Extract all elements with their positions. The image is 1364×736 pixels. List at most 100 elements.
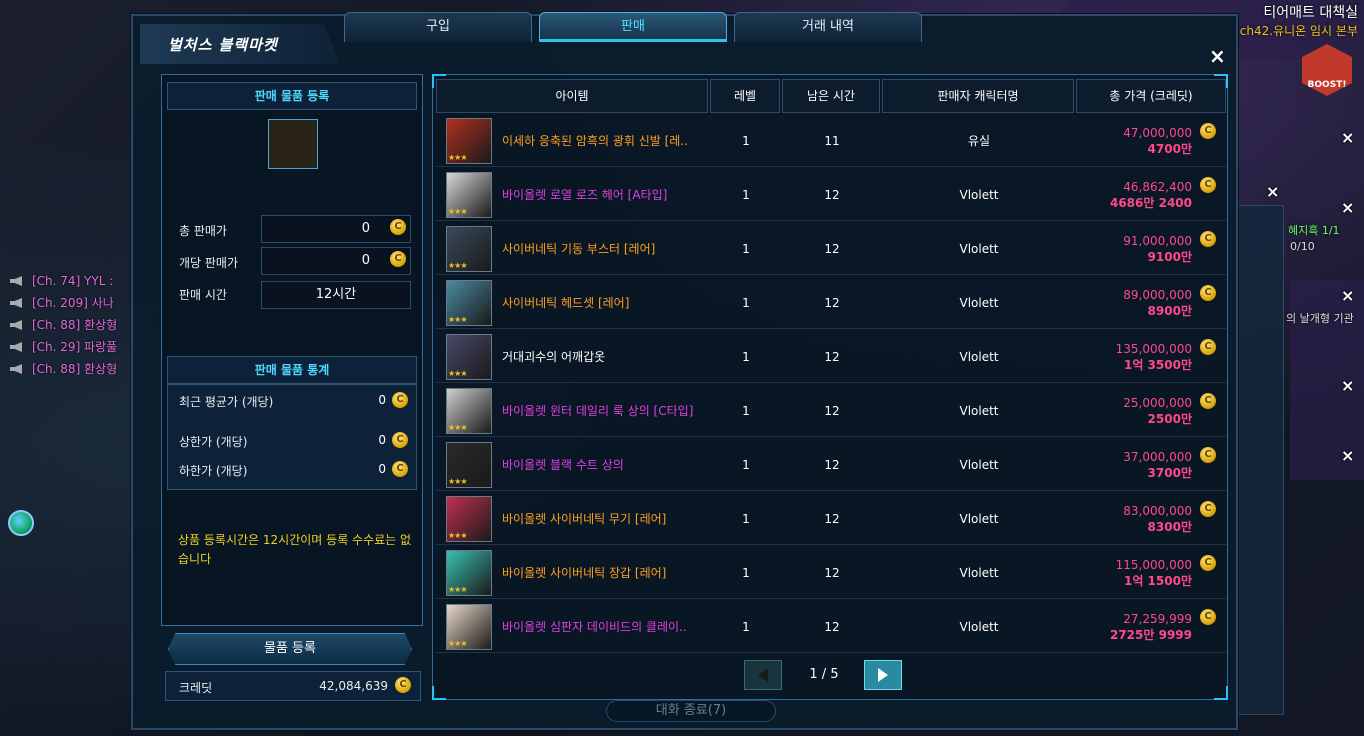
unit-price-input[interactable]: 0 [261,247,411,275]
next-page-button[interactable] [864,660,902,690]
tab-buy[interactable]: 구입 [344,12,532,42]
chat-log: [Ch. 74] YYL : [Ch. 209] 사나 [Ch. 88] 환상형… [10,270,117,380]
close-icon[interactable]: × [1341,446,1354,465]
window-title: 벌처스 블랙마켓 [168,36,278,54]
item-name: 사이버네틱 기동 부스터 [레어] [502,242,656,256]
total-price-input[interactable]: 0 [261,215,411,243]
price-value: 89,000,000 [1123,287,1192,302]
time-cell: 12 [782,169,882,221]
dialog-end-button[interactable]: 대화 종료(7) [606,700,776,722]
credit-coin-icon: C [1200,285,1216,301]
time-cell: 12 [782,331,882,383]
item-icon[interactable]: ★★★ [446,333,492,380]
credit-coin-icon: C [390,219,406,235]
table-row[interactable]: ★★★ 이세하 응축된 암흑의 광휘 신발 [레.. 1 11 유실 47,000,000… [436,115,1226,167]
item-slot[interactable] [268,119,318,169]
table-row[interactable]: ★★★ 바이올렛 윈터 데일리 룩 상의 [C타입] 1 12 Vlolett 25,00… [436,385,1226,437]
register-notice: 상품 등록시간은 12시간이며 등록 수수료는 없습니다 [178,533,412,566]
prev-page-button[interactable] [744,660,782,690]
credit-coin-icon: C [1200,231,1216,247]
item-icon[interactable]: ★★★ [446,387,492,434]
close-icon[interactable]: × [1341,128,1354,147]
credit-coin-icon: C [1200,609,1216,625]
credit-coin-icon: C [1200,555,1216,571]
star-rating-icon: ★★★ [448,638,467,648]
price-korean: 1억 1500만 [1123,573,1192,588]
item-icon[interactable]: ★★★ [446,117,492,164]
level-cell: 1 [710,277,782,329]
tab-history[interactable]: 거래 내역 [734,12,922,42]
table-row[interactable]: ★★★ 사이버네틱 헤드셋 [레어] 1 12 Vlolett 89,000,000 890… [436,277,1226,329]
inventory-panel-background [1238,205,1284,715]
table-row[interactable]: ★★★ 바이올렛 사이버네틱 장갑 [레어] 1 12 Vlolett 115,000,0… [436,547,1226,599]
price-cell: 89,000,000 8900만 C [1076,277,1226,329]
sell-time-select[interactable]: 12시간 [261,281,411,309]
speaker-icon [10,320,22,330]
item-cell: ★★★ 바이올렛 심판자 데이비드의 클레이.. [436,601,710,653]
speaker-icon [10,364,22,374]
price-value: 91,000,000 [1123,233,1192,248]
star-rating-icon: ★★★ [448,152,467,162]
star-rating-icon: ★★★ [448,422,467,432]
chat-line: [Ch. 209] 사나 [10,292,117,314]
close-icon[interactable]: × [1209,44,1226,68]
price-value: 47,000,000 [1123,125,1192,140]
credit-label: 크레딧 [179,681,213,695]
price-korean: 2725만 9999 [1109,627,1192,642]
item-icon[interactable]: ★★★ [446,603,492,650]
column-seller[interactable]: 판매자 캐릭터명 [882,79,1074,113]
column-level[interactable]: 레벨 [710,79,780,113]
chat-line: [Ch. 88] 환상형 [10,314,117,336]
quest-progress: 혜지흑 1/1 [1288,224,1340,237]
price-value: 115,000,000 [1115,557,1192,572]
item-icon[interactable]: ★★★ [446,225,492,272]
chat-text: [Ch. 74] YYL : [32,274,114,288]
item-name: 바이올렛 심판자 데이비드의 클레이.. [502,620,687,634]
table-row[interactable]: ★★★ 바이올렛 로열 로즈 헤어 [A타입] 1 12 Vlolett 46,862,4… [436,169,1226,221]
item-icon[interactable]: ★★★ [446,171,492,218]
seller-cell: Vlolett [882,547,1076,599]
star-rating-icon: ★★★ [448,260,467,270]
table-row[interactable]: ★★★ 바이올렛 심판자 데이비드의 클레이.. 1 12 Vlolett 27,259,… [436,601,1226,653]
time-cell: 12 [782,439,882,491]
item-cell: ★★★ 이세하 응축된 암흑의 광휘 신발 [레.. [436,115,710,167]
globe-icon[interactable] [8,510,34,536]
recent-avg-label: 최근 평균가 (개당) [179,395,274,409]
price-korean: 1억 3500만 [1123,357,1192,372]
column-price[interactable]: 총 가격 (크레딧) [1076,79,1226,113]
table-row[interactable]: ★★★ 바이올렛 사이버네틱 무기 [레어] 1 12 Vlolett 83,000,00… [436,493,1226,545]
close-icon[interactable]: × [1341,376,1354,395]
item-icon[interactable]: ★★★ [446,495,492,542]
close-icon[interactable]: × [1341,286,1354,305]
table-row[interactable]: ★★★ 바이올렛 블랙 수트 상의 1 12 Vlolett 37,000,000 3700… [436,439,1226,491]
register-item-button[interactable]: 물품 등록 [168,633,412,665]
chat-line: [Ch. 88] 환상형 [10,358,117,380]
speaker-icon [10,298,22,308]
upper-price-label: 상한가 (개당) [179,435,248,449]
level-cell: 1 [710,493,782,545]
item-name: 바이올렛 사이버네틱 장갑 [레어] [502,566,667,580]
seller-cell: Vlolett [882,601,1076,653]
credit-coin-icon: C [392,392,408,408]
star-rating-icon: ★★★ [448,584,467,594]
price-cell: 27,259,999 2725만 9999 C [1076,601,1226,653]
table-row[interactable]: ★★★ 사이버네틱 기동 부스터 [레어] 1 12 Vlolett 91,000,000… [436,223,1226,275]
item-name: 바이올렛 사이버네틱 무기 [레어] [502,512,667,526]
table-row[interactable]: ★★★ 거대괴수의 어깨갑옷 1 12 Vlolett 135,000,000 1억 350… [436,331,1226,383]
close-icon[interactable]: × [1266,182,1279,201]
price-korean: 3700만 [1147,465,1192,480]
lower-price-label: 하한가 (개당) [179,464,248,478]
stats-header: 판매 물품 통계 [167,356,417,384]
item-icon[interactable]: ★★★ [446,441,492,488]
item-icon[interactable]: ★★★ [446,279,492,326]
column-time[interactable]: 남은 시간 [782,79,880,113]
item-icon[interactable]: ★★★ [446,549,492,596]
credit-coin-icon: C [390,251,406,267]
close-icon[interactable]: × [1341,198,1354,217]
price-korean: 8300만 [1147,519,1192,534]
credit-coin-icon: C [392,432,408,448]
time-cell: 11 [782,115,882,167]
total-price-label: 총 판매가 [179,224,227,238]
tab-sell[interactable]: 판매 [539,12,727,42]
column-item[interactable]: 아이템 [436,79,708,113]
